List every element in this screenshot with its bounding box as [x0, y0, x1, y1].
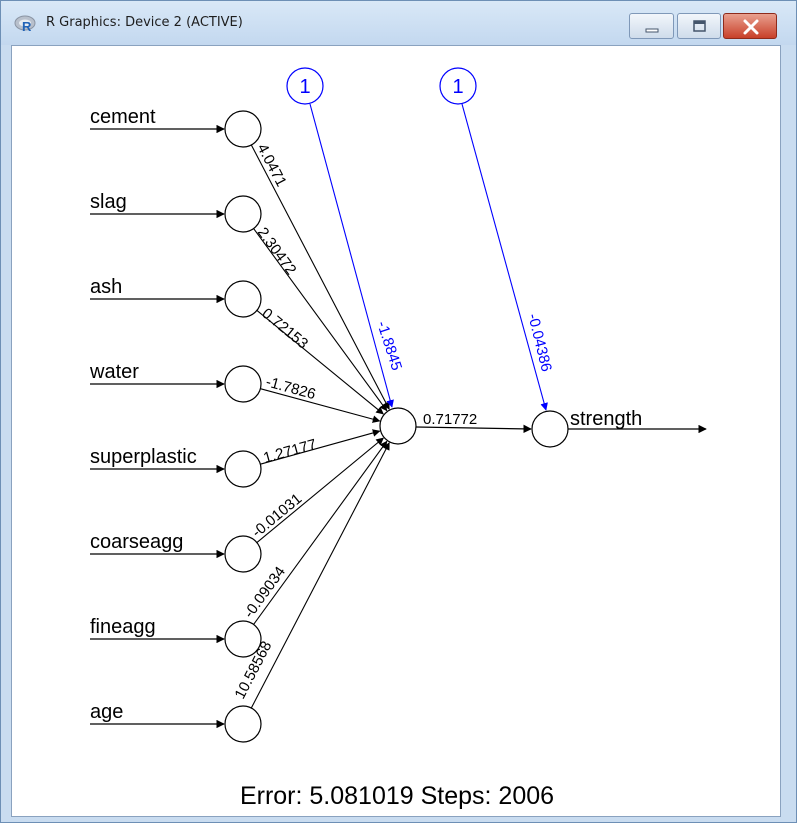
window-title: R Graphics: Device 2 (ACTIVE) — [46, 15, 243, 30]
input-neuron — [224, 620, 262, 658]
input-label-age: age — [90, 701, 123, 723]
bias-label: 1 — [452, 76, 463, 98]
input-neuron — [224, 705, 262, 743]
close-icon — [743, 19, 759, 35]
close-button[interactable] — [723, 13, 777, 39]
bias-weight-label: -0.04386 — [524, 312, 555, 374]
error-steps-footer: Error: 5.081019 Steps: 2006 — [240, 782, 554, 810]
title-bar[interactable]: R R Graphics: Device 2 (ACTIVE) — [1, 1, 796, 45]
hidden-neuron — [379, 407, 417, 445]
plot-canvas: cement slag ash water superplastic coarseagg f… — [11, 45, 781, 817]
weight-label: 0.72153 — [258, 305, 311, 353]
weight-label: 1.27177 — [262, 436, 319, 467]
bias-weight-label: -1.8845 — [373, 319, 405, 373]
weight-edge — [253, 440, 388, 625]
input-neuron — [224, 195, 262, 233]
input-label-coarseagg: coarseagg — [90, 531, 183, 553]
neural-network-plot: cement slag ash water superplastic coarseagg f… — [89, 67, 707, 810]
weight-edge — [250, 144, 390, 410]
weight-label: 2.30472 — [254, 224, 300, 278]
input-label-slag: slag — [90, 191, 127, 213]
input-label-fineagg: fineagg — [90, 616, 156, 638]
input-neuron — [224, 110, 262, 148]
output-neuron — [531, 410, 569, 448]
input-neuron — [224, 280, 262, 318]
weight-label: 0.71772 — [423, 411, 477, 428]
weight-label: -1.7826 — [264, 373, 318, 403]
input-neuron — [224, 365, 262, 403]
input-neuron — [224, 535, 262, 573]
input-label-cement: cement — [90, 106, 156, 128]
bias-edge — [461, 103, 548, 411]
minimize-button[interactable] — [629, 13, 674, 39]
r-graphics-window: R R Graphics: Device 2 (ACTIVE) cement s… — [0, 0, 797, 823]
weight-label: -0.01031 — [249, 490, 305, 541]
weight-label: -0.09034 — [240, 563, 289, 621]
input-label-water: water — [89, 361, 139, 383]
svg-text:R: R — [22, 19, 32, 34]
maximize-button[interactable] — [677, 13, 721, 39]
output-label: strength — [570, 408, 642, 430]
weight-label: 4.0471 — [253, 141, 289, 190]
maximize-icon — [693, 20, 706, 32]
input-label-ash: ash — [90, 276, 122, 298]
r-logo-icon: R — [14, 15, 36, 34]
bias-label: 1 — [299, 76, 310, 98]
minimize-icon — [645, 28, 659, 33]
input-label-superplastic: superplastic — [90, 446, 197, 468]
input-neuron — [224, 450, 262, 488]
